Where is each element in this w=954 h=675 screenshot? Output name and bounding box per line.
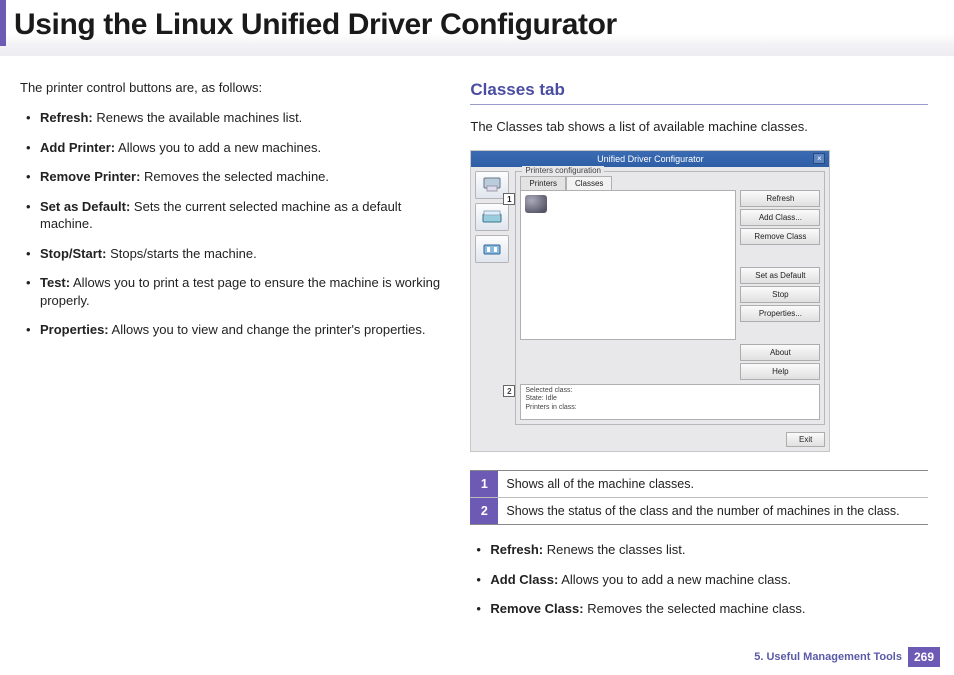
term: Remove Class: [490, 601, 583, 616]
help-button: Help [740, 363, 820, 380]
list-pane: 1 Refresh Add Class... Remove Class Set … [520, 190, 820, 380]
definition: Removes the selected machine class. [584, 601, 806, 616]
content-columns: The printer control buttons are, as foll… [0, 56, 954, 630]
callout-2: 2 [503, 385, 515, 397]
exit-row: Exit [515, 425, 825, 447]
definition: Allows you to print a test page to ensur… [40, 275, 440, 308]
term: Add Printer: [40, 140, 115, 155]
table-row: 2 Shows the status of the class and the … [470, 498, 928, 525]
printers-configuration-group: Printers configuration Printers Classes … [515, 171, 825, 425]
tab-bar: Printers Classes [520, 176, 820, 190]
intro-text: The printer control buttons are, as foll… [20, 80, 442, 95]
callout-number: 2 [470, 498, 498, 525]
window-title: Unified Driver Configurator [597, 154, 704, 164]
main-panel: Printers configuration Printers Classes … [515, 171, 825, 447]
sidebar-icons [475, 171, 511, 447]
class-item-icon [525, 195, 547, 213]
printer-buttons-list: Refresh: Renews the available machines l… [20, 109, 442, 339]
list-item: Properties: Allows you to view and chang… [20, 321, 442, 339]
term: Stop/Start: [40, 246, 106, 261]
remove-class-button: Remove Class [740, 228, 820, 245]
about-button: About [740, 344, 820, 361]
close-icon: × [813, 153, 825, 164]
term: Refresh: [490, 542, 543, 557]
button-column: Refresh Add Class... Remove Class Set as… [740, 190, 820, 380]
page-title: Using the Linux Unified Driver Configura… [14, 8, 954, 42]
list-item: Add Class: Allows you to add a new machi… [470, 571, 928, 589]
definition: Renews the available machines list. [93, 110, 303, 125]
right-column: Classes tab The Classes tab shows a list… [470, 80, 928, 630]
exit-button: Exit [786, 432, 825, 447]
term: Test: [40, 275, 70, 290]
list-item: Stop/Start: Stops/starts the machine. [20, 245, 442, 263]
status-box: 2 Selected class: State: Idle Printers i… [520, 384, 820, 420]
add-class-button: Add Class... [740, 209, 820, 226]
term: Remove Printer: [40, 169, 140, 184]
list-item: Refresh: Renews the classes list. [470, 541, 928, 559]
definition: Stops/starts the machine. [106, 246, 256, 261]
term: Refresh: [40, 110, 93, 125]
classes-tab-heading: Classes tab [470, 80, 928, 105]
term: Add Class: [490, 572, 558, 587]
callout-table: 1 Shows all of the machine classes. 2 Sh… [470, 470, 928, 525]
callout-text: Shows all of the machine classes. [498, 471, 928, 498]
term: Properties: [40, 322, 109, 337]
callout-text: Shows the status of the class and the nu… [498, 498, 928, 525]
chapter-label: 5. Useful Management Tools [754, 651, 902, 663]
callout-1: 1 [503, 193, 515, 205]
tab-classes: Classes [566, 176, 612, 190]
group-label: Printers configuration [522, 166, 604, 175]
page-number: 269 [908, 647, 940, 667]
definition: Allows you to view and change the printe… [109, 322, 426, 337]
definition: Allows you to add a new machine class. [558, 572, 791, 587]
list-item: Refresh: Renews the available machines l… [20, 109, 442, 127]
refresh-button: Refresh [740, 190, 820, 207]
window-body: Printers configuration Printers Classes … [471, 167, 829, 451]
stop-button: Stop [740, 286, 820, 303]
title-band: Using the Linux Unified Driver Configura… [0, 0, 954, 56]
table-row: 1 Shows all of the machine classes. [470, 471, 928, 498]
set-default-button: Set as Default [740, 267, 820, 284]
status-line: State: Idle [525, 395, 815, 403]
properties-button: Properties... [740, 305, 820, 322]
list-item: Remove Class: Removes the selected machi… [470, 600, 928, 618]
class-buttons-list: Refresh: Renews the classes list. Add Cl… [470, 541, 928, 618]
window-titlebar: Unified Driver Configurator × [471, 151, 829, 167]
list-item: Add Printer: Allows you to add a new mac… [20, 139, 442, 157]
list-item: Set as Default: Sets the current selecte… [20, 198, 442, 233]
page-footer: 5. Useful Management Tools 269 [754, 647, 940, 667]
list-item: Remove Printer: Removes the selected mac… [20, 168, 442, 186]
definition: Removes the selected machine. [140, 169, 329, 184]
definition: Renews the classes list. [543, 542, 685, 557]
status-line: Printers in class: [525, 404, 815, 412]
class-listbox: 1 [520, 190, 736, 340]
classes-tab-desc: The Classes tab shows a list of availabl… [470, 119, 928, 134]
list-item: Test: Allows you to print a test page to… [20, 274, 442, 309]
configurator-screenshot: Unified Driver Configurator × [470, 150, 830, 452]
term: Set as Default: [40, 199, 130, 214]
scanner-icon [475, 203, 509, 231]
definition: Allows you to add a new machines. [115, 140, 321, 155]
left-column: The printer control buttons are, as foll… [20, 80, 442, 630]
tab-printers: Printers [520, 176, 566, 190]
callout-number: 1 [470, 471, 498, 498]
port-icon [475, 235, 509, 263]
status-line: Selected class: [525, 387, 815, 395]
